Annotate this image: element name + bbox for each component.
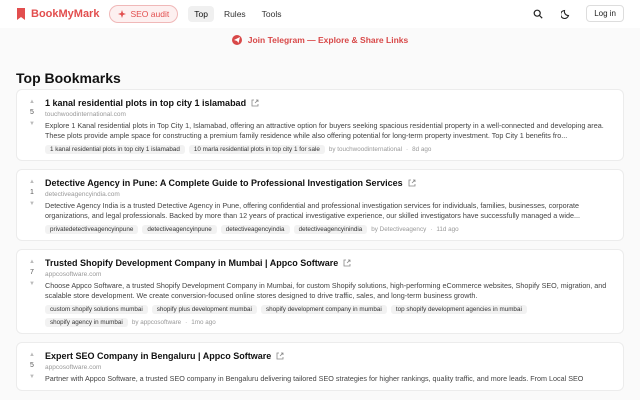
- bookmark-author[interactable]: by Detectiveagency: [371, 226, 426, 233]
- bookmark-author[interactable]: by appcosoftware: [132, 319, 181, 326]
- bookmark-card: ▲ 7 ▼ Trusted Shopify Development Compan…: [16, 249, 624, 334]
- bookmark-domain: touchwoodinternational.com: [45, 111, 126, 118]
- tag[interactable]: shopify plus development mumbai: [151, 305, 257, 314]
- bookmark-card: ▲ 5 ▼ Expert SEO Company in Bengaluru | …: [16, 342, 624, 391]
- bookmark-icon: [17, 8, 25, 20]
- bookmark-description: Choose Appco Software, a trusted Shopify…: [45, 281, 607, 300]
- upvote-icon[interactable]: ▲: [25, 351, 39, 359]
- external-link-icon[interactable]: [343, 259, 351, 267]
- bookmark-card: ▲ 5 ▼ 1 kanal residential plots in top c…: [16, 89, 624, 161]
- brand-logo[interactable]: BookMyMark: [16, 8, 99, 20]
- search-button[interactable]: [530, 6, 546, 22]
- bookmark-time: 1mo ago: [191, 319, 216, 326]
- bookmark-title[interactable]: Detective Agency in Pune: A Complete Gui…: [45, 178, 403, 188]
- vote-count: 5: [30, 109, 34, 116]
- vote-count: 1: [30, 189, 34, 196]
- header-actions: Log in: [530, 5, 624, 22]
- login-button[interactable]: Log in: [586, 5, 624, 22]
- vote-count: 5: [30, 362, 34, 369]
- bookmark-title[interactable]: Trusted Shopify Development Company in M…: [45, 258, 338, 268]
- upvote-icon[interactable]: ▲: [25, 178, 39, 186]
- tag[interactable]: 1 kanal residential plots in top city 1 …: [45, 145, 185, 154]
- bookmark-domain: appcosoftware.com: [45, 364, 102, 371]
- external-link-icon[interactable]: [251, 99, 259, 107]
- seo-audit-button[interactable]: SEO audit: [109, 5, 179, 23]
- downvote-icon[interactable]: ▼: [25, 120, 39, 128]
- bookmark-description: Detective Agency India is a trusted Dete…: [45, 201, 580, 220]
- bookmark-title[interactable]: Expert SEO Company in Bengaluru | Appco …: [45, 351, 271, 361]
- bookmark-time: 8d ago: [412, 146, 432, 153]
- seo-audit-label: SEO audit: [130, 9, 170, 19]
- external-link-icon[interactable]: [408, 179, 416, 187]
- tag[interactable]: top shopify development agencies in mumb…: [390, 305, 527, 314]
- bookmark-domain: detectiveagencyindia.com: [45, 191, 120, 198]
- bookmark-time: 11d ago: [436, 226, 459, 233]
- telegram-banner-text: Join Telegram — Explore & Share Links: [247, 35, 409, 45]
- nav-tools[interactable]: Tools: [256, 6, 288, 22]
- vote-widget: ▲ 5 ▼: [25, 351, 39, 381]
- upvote-icon[interactable]: ▲: [25, 98, 39, 106]
- tag[interactable]: 10 marla residential plots in top city 1…: [188, 145, 325, 154]
- vote-widget: ▲ 1 ▼: [25, 178, 39, 208]
- nav-rules[interactable]: Rules: [218, 6, 252, 22]
- bookmark-author[interactable]: by touchwoodinternational: [329, 146, 402, 153]
- tag[interactable]: custom shopify solutions mumbai: [45, 305, 148, 314]
- sparkle-icon: [118, 10, 127, 18]
- bookmark-list: ▲ 5 ▼ 1 kanal residential plots in top c…: [16, 89, 624, 399]
- downvote-icon[interactable]: ▼: [25, 280, 39, 288]
- page-title: Top Bookmarks: [16, 70, 121, 86]
- theme-toggle[interactable]: [558, 6, 574, 22]
- downvote-icon[interactable]: ▼: [25, 373, 39, 381]
- bookmark-title[interactable]: 1 kanal residential plots in top city 1 …: [45, 98, 246, 108]
- vote-widget: ▲ 5 ▼: [25, 98, 39, 128]
- bookmark-card: ▲ 1 ▼ Detective Agency in Pune: A Comple…: [16, 169, 624, 241]
- bookmark-domain: appcosoftware.com: [45, 271, 102, 278]
- moon-icon: [561, 9, 570, 19]
- vote-widget: ▲ 7 ▼: [25, 258, 39, 288]
- top-header: BookMyMark SEO audit Top Rules Tools Log…: [0, 0, 640, 28]
- external-link-icon[interactable]: [276, 352, 284, 360]
- tag[interactable]: detectiveagencyindia: [220, 225, 290, 234]
- bookmark-description: Partner with Appco Software, a trusted S…: [45, 374, 584, 383]
- search-icon: [533, 9, 543, 19]
- vote-count: 7: [30, 269, 34, 276]
- tag[interactable]: shopify agency in mumbai: [45, 318, 128, 327]
- upvote-icon[interactable]: ▲: [25, 258, 39, 266]
- brand-name: BookMyMark: [31, 8, 100, 20]
- main-nav: Top Rules Tools: [188, 6, 287, 22]
- bookmark-description: Explore 1 Kanal residential plots in Top…: [45, 121, 604, 140]
- tag[interactable]: privatedetectiveagencyinpune: [45, 225, 139, 234]
- telegram-icon: [231, 35, 242, 45]
- tag[interactable]: shopify development company in mumbai: [260, 305, 387, 314]
- nav-top[interactable]: Top: [188, 6, 214, 22]
- tag[interactable]: detectiveagencyinindia: [293, 225, 368, 234]
- downvote-icon[interactable]: ▼: [25, 200, 39, 208]
- telegram-banner[interactable]: Join Telegram — Explore & Share Links: [0, 30, 640, 50]
- tag[interactable]: detectiveagencyinpune: [142, 225, 217, 234]
